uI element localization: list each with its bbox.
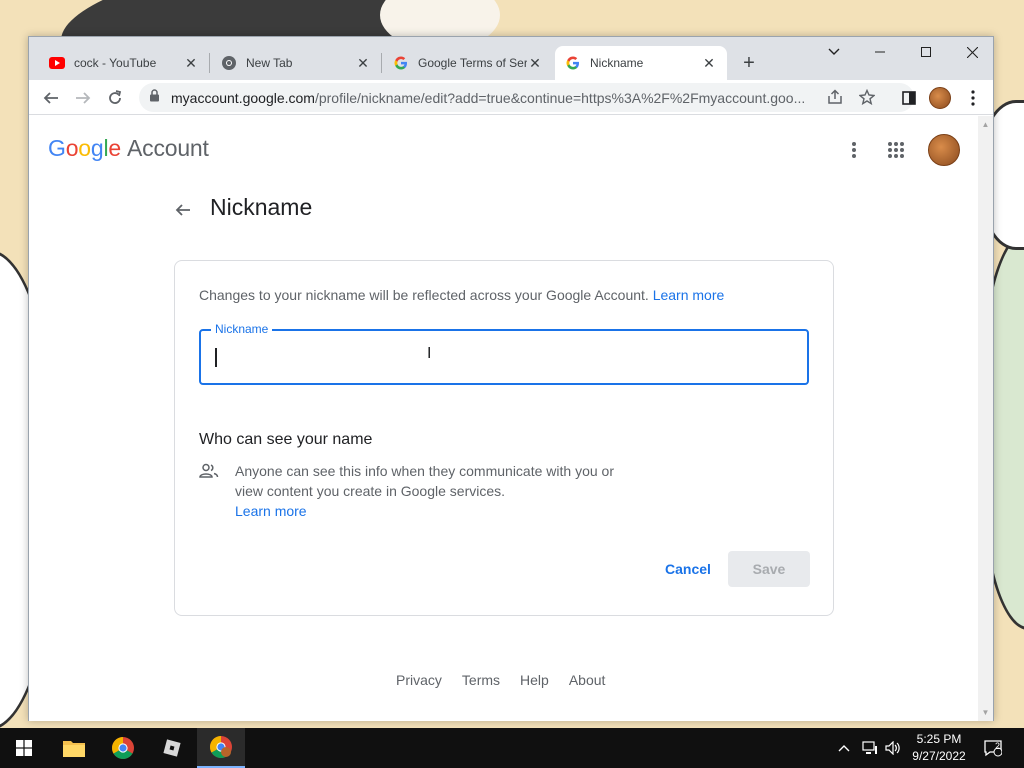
page-scrollbar[interactable]: ▲ ▼ bbox=[978, 116, 993, 721]
taskbar-clock[interactable]: 5:25 PM 9/27/2022 bbox=[903, 731, 975, 765]
close-tab-icon[interactable]: ✕ bbox=[355, 55, 371, 71]
browser-toolbar: myaccount.google.com/profile/nickname/ed… bbox=[29, 80, 993, 115]
learn-more-link[interactable]: Learn more bbox=[653, 287, 725, 303]
chrome-active-taskbar-icon[interactable] bbox=[197, 728, 245, 768]
tab-title: New Tab bbox=[246, 56, 293, 70]
back-icon[interactable] bbox=[37, 84, 65, 112]
reload-icon[interactable] bbox=[101, 84, 129, 112]
url-text: myaccount.google.com/profile/nickname/ed… bbox=[171, 89, 806, 106]
show-hidden-icons[interactable] bbox=[838, 728, 850, 768]
lock-icon bbox=[149, 88, 163, 107]
clock-time: 5:25 PM bbox=[916, 732, 962, 746]
new-tab-button[interactable]: + bbox=[737, 51, 761, 75]
maximize-button[interactable] bbox=[903, 37, 949, 67]
clock-date: 9/27/2022 bbox=[912, 749, 966, 763]
google-account-header: Google Account bbox=[29, 116, 979, 182]
tab-new-tab[interactable]: New Tab ✕ bbox=[211, 46, 381, 80]
google-apps-icon[interactable] bbox=[878, 132, 914, 168]
chrome-menu-icon[interactable] bbox=[959, 84, 987, 112]
close-window-button[interactable] bbox=[949, 37, 995, 67]
tab-title: Nickname bbox=[590, 56, 644, 70]
cancel-button[interactable]: Cancel bbox=[655, 551, 721, 587]
youtube-icon bbox=[49, 55, 65, 71]
close-tab-icon[interactable]: ✕ bbox=[527, 55, 543, 71]
tab-search-icon[interactable] bbox=[811, 37, 857, 67]
footer-link-terms[interactable]: Terms bbox=[462, 672, 500, 688]
footer-links: Privacy Terms Help About bbox=[396, 672, 625, 688]
tab-title: Google Terms of Ser bbox=[418, 56, 527, 70]
browser-window: cock - YouTube ✕ New Tab ✕ Google Terms … bbox=[28, 36, 994, 721]
windows-start-icon[interactable] bbox=[0, 728, 48, 768]
windows-taskbar: 5:25 PM 9/27/2022 2 bbox=[0, 728, 1024, 768]
footer-link-help[interactable]: Help bbox=[520, 672, 549, 688]
account-avatar[interactable] bbox=[926, 132, 962, 168]
google-account-logo[interactable]: Google Account bbox=[48, 135, 209, 162]
network-icon[interactable] bbox=[862, 728, 878, 768]
footer-link-privacy[interactable]: Privacy bbox=[396, 672, 442, 688]
chrome-taskbar-icon[interactable] bbox=[99, 728, 147, 768]
nickname-card: Changes to your nickname will be reflect… bbox=[174, 260, 834, 616]
close-tab-icon[interactable]: ✕ bbox=[701, 55, 717, 71]
nickname-description: Changes to your nickname will be reflect… bbox=[199, 287, 725, 303]
tab-title: cock - YouTube bbox=[74, 56, 157, 70]
side-panel-icon[interactable] bbox=[895, 84, 923, 112]
minimize-button[interactable] bbox=[857, 37, 903, 67]
profile-avatar-icon[interactable] bbox=[926, 84, 954, 112]
notification-center-icon[interactable]: 2 bbox=[984, 728, 1002, 768]
text-caret bbox=[215, 348, 217, 367]
close-tab-icon[interactable]: ✕ bbox=[183, 55, 199, 71]
chrome-icon bbox=[221, 55, 237, 71]
forward-icon[interactable] bbox=[69, 84, 97, 112]
people-icon bbox=[199, 463, 219, 479]
page-content: Google Account Nickname Changes to your n… bbox=[29, 116, 979, 721]
nickname-input[interactable]: Nickname I bbox=[199, 322, 809, 385]
who-can-see-description: Anyone can see this info when they commu… bbox=[235, 463, 614, 519]
address-bar[interactable]: myaccount.google.com/profile/nickname/ed… bbox=[139, 83, 914, 112]
save-button[interactable]: Save bbox=[728, 551, 810, 587]
footer-link-about[interactable]: About bbox=[569, 672, 606, 688]
google-g-icon bbox=[565, 55, 581, 71]
file-explorer-icon[interactable] bbox=[50, 728, 98, 768]
more-options-icon[interactable] bbox=[836, 132, 872, 168]
notification-count: 2 bbox=[995, 741, 1001, 751]
ibeam-cursor-icon: I bbox=[427, 345, 432, 362]
back-arrow-icon[interactable] bbox=[169, 196, 197, 224]
page-title: Nickname bbox=[210, 194, 313, 220]
learn-more-link[interactable]: Learn more bbox=[235, 503, 307, 519]
google-g-icon bbox=[393, 55, 409, 71]
tab-youtube[interactable]: cock - YouTube ✕ bbox=[39, 46, 209, 80]
volume-icon[interactable] bbox=[885, 728, 901, 768]
scroll-up-icon[interactable]: ▲ bbox=[981, 120, 990, 129]
tab-strip: cock - YouTube ✕ New Tab ✕ Google Terms … bbox=[29, 37, 993, 80]
tab-nickname[interactable]: Nickname ✕ bbox=[555, 46, 727, 80]
tab-google-terms[interactable]: Google Terms of Ser ✕ bbox=[383, 46, 553, 80]
nickname-field-label: Nickname bbox=[211, 322, 273, 336]
share-icon[interactable] bbox=[827, 89, 843, 110]
who-can-see-heading: Who can see your name bbox=[199, 431, 373, 448]
scroll-down-icon[interactable]: ▼ bbox=[981, 708, 990, 717]
roblox-icon[interactable] bbox=[148, 728, 196, 768]
bookmark-star-icon[interactable] bbox=[858, 88, 876, 110]
